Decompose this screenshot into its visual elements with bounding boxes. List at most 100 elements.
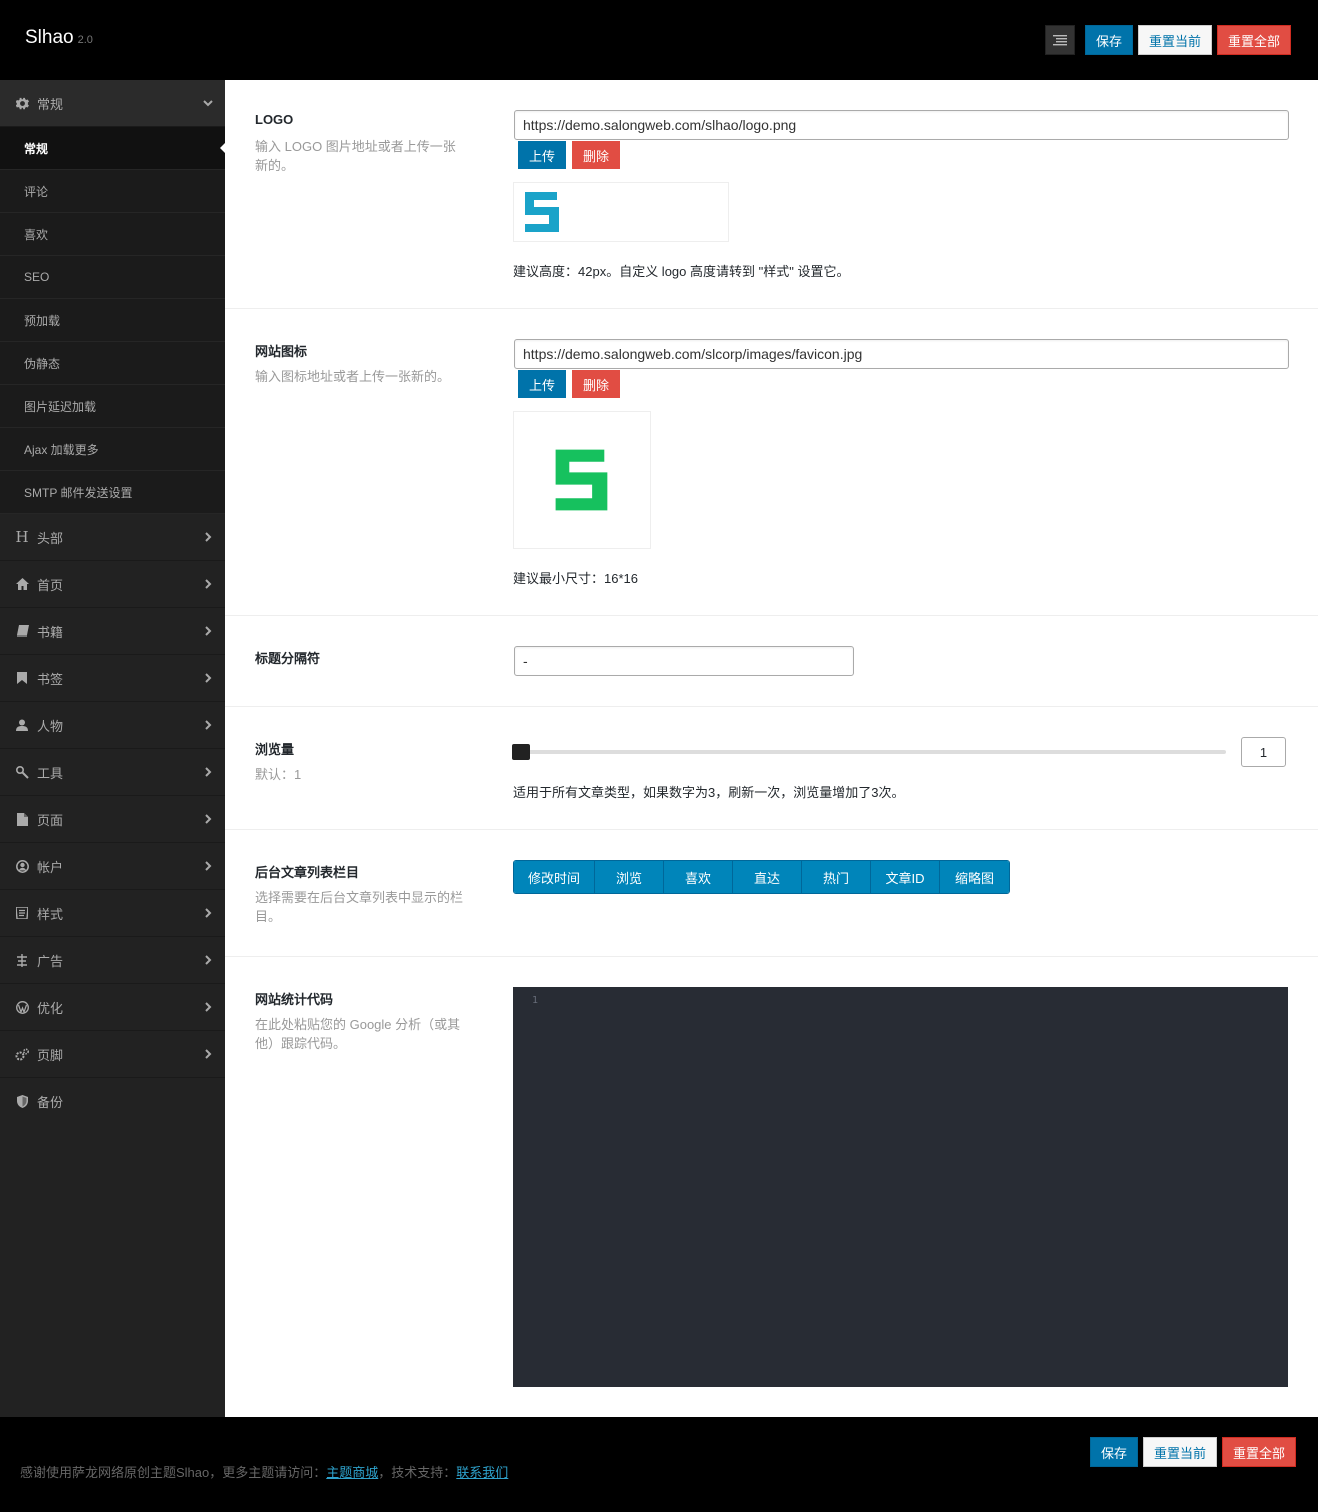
field-description: 在此处粘贴您的 Google 分析（或其他）跟踪代码。 — [255, 1017, 461, 1051]
theme-store-link[interactable]: 主题商城 — [326, 1465, 378, 1480]
favicon-upload-button[interactable]: 上传 — [517, 369, 568, 399]
chevron-right-icon — [205, 814, 212, 824]
sidebar-item-smtp[interactable]: SMTP 邮件发送设置 — [0, 471, 225, 514]
sidebar-item-comments[interactable]: 评论 — [0, 170, 225, 213]
user-icon — [15, 718, 29, 732]
wordpress-icon — [15, 1000, 29, 1014]
column-option-direct[interactable]: 直达 — [733, 861, 802, 893]
column-option-post-id[interactable]: 文章ID — [871, 861, 940, 893]
column-option-views[interactable]: 浏览 — [595, 861, 664, 893]
sidebar-section-people[interactable]: 人物 — [0, 702, 225, 749]
views-number-input[interactable]: 1 — [1241, 737, 1286, 767]
sidebar-section-optimize[interactable]: 优化 — [0, 984, 225, 1031]
favicon-url-input[interactable]: https://demo.salongweb.com/slcorp/images… — [514, 339, 1289, 369]
wrench-icon — [15, 765, 29, 779]
footer-text-prefix: 感谢使用萨龙网络原创主题Slhao，更多主题请访问： — [20, 1465, 327, 1480]
reset-current-button[interactable]: 重置当前 — [1137, 25, 1212, 55]
contact-link[interactable]: 联系我们 — [456, 1465, 508, 1480]
sidebar-section-label: 帐户 — [37, 859, 64, 875]
header-icon: H — [15, 528, 29, 546]
sidebar-section-label: 首页 — [37, 577, 64, 593]
field-title: 浏览量 — [255, 742, 295, 757]
chevron-right-icon — [205, 955, 212, 965]
column-option-modified[interactable]: 修改时间 — [514, 861, 595, 893]
chevron-right-icon — [205, 626, 212, 636]
top-actions: 保存 重置当前 重置全部 — [1044, 25, 1291, 55]
field-title-separator: 标题分隔符 - — [225, 616, 1318, 707]
home-icon — [15, 577, 29, 591]
sidebar-section-label: 页脚 — [37, 1047, 64, 1063]
sidebar-section-account[interactable]: 帐户 — [0, 843, 225, 890]
sidebar-section-header[interactable]: H 头部 — [0, 514, 225, 561]
footer-reset-current-button[interactable]: 重置当前 — [1142, 1437, 1217, 1467]
settings-panel: LOGO 输入 LOGO 图片地址或者上传一张新的。 https://demo.… — [225, 80, 1318, 1417]
sidebar-item-ajax-loadmore[interactable]: Ajax 加载更多 — [0, 428, 225, 471]
sidebar-section-style[interactable]: 样式 — [0, 890, 225, 937]
sidebar-section-ads[interactable]: 广告 — [0, 937, 225, 984]
sidebar-item-seo[interactable]: SEO — [0, 256, 225, 299]
account-icon — [15, 859, 29, 873]
sidebar-section-label: 样式 — [37, 906, 64, 922]
chevron-right-icon — [205, 1002, 212, 1012]
css-icon — [15, 906, 29, 920]
sidebar-item-general[interactable]: 常规 — [0, 127, 225, 170]
footer-actions: 保存 重置当前 重置全部 — [1089, 1437, 1296, 1467]
save-button[interactable]: 保存 — [1084, 25, 1133, 55]
chevron-right-icon — [205, 673, 212, 683]
logo-upload-button[interactable]: 上传 — [517, 140, 568, 170]
sidebar-section-pages[interactable]: 页面 — [0, 796, 225, 843]
column-option-likes[interactable]: 喜欢 — [664, 861, 733, 893]
field-description: 默认：1 — [255, 767, 302, 782]
sidebar-section-footer[interactable]: 页脚 — [0, 1031, 225, 1078]
sidebar-section-bookmarks[interactable]: 书签 — [0, 655, 225, 702]
logo-image — [525, 192, 559, 232]
reset-all-button[interactable]: 重置全部 — [1216, 25, 1291, 55]
logo-delete-button[interactable]: 删除 — [571, 140, 622, 170]
favicon-image — [555, 449, 608, 511]
gear-icon — [15, 96, 29, 110]
columns-button-group: 修改时间 浏览 喜欢 直达 热门 文章ID 缩略图 — [513, 860, 1010, 894]
line-number: 1 — [532, 995, 539, 1006]
logo-preview — [513, 182, 729, 242]
menu-toggle-button[interactable] — [1044, 25, 1075, 55]
footer-text-middle: ，技术支持： — [378, 1465, 457, 1480]
views-slider-track[interactable] — [521, 750, 1226, 754]
footer-reset-all-button[interactable]: 重置全部 — [1221, 1437, 1296, 1467]
field-note: 建议高度：42px。自定义 logo 高度请转到 "样式" 设置它。 — [513, 264, 850, 279]
sidebar-section-general[interactable]: 常规 — [0, 80, 225, 127]
favicon-delete-button[interactable]: 删除 — [571, 369, 622, 399]
sidebar-item-lazyload[interactable]: 图片延迟加载 — [0, 385, 225, 428]
footer-save-button[interactable]: 保存 — [1089, 1437, 1138, 1467]
brand-name: Slhao — [25, 27, 74, 48]
sidebar-section-tools[interactable]: 工具 — [0, 749, 225, 796]
sidebar-item-likes[interactable]: 喜欢 — [0, 213, 225, 256]
brand: Slhao 2.0 — [25, 27, 93, 49]
list-icon — [1052, 35, 1067, 46]
chevron-right-icon — [205, 767, 212, 777]
separator-input[interactable]: - — [514, 646, 854, 676]
footer-credit: 感谢使用萨龙网络原创主题Slhao，更多主题请访问：主题商城，技术支持：联系我们 — [20, 1462, 508, 1481]
logo-url-input[interactable]: https://demo.salongweb.com/slhao/logo.pn… — [514, 110, 1289, 140]
views-slider-handle[interactable] — [512, 744, 530, 760]
sidebar-item-preload[interactable]: 预加载 — [0, 299, 225, 342]
cogs-icon — [15, 1047, 29, 1061]
sidebar-section-label: 书籍 — [37, 624, 64, 640]
field-title: LOGO — [255, 112, 294, 127]
sidebar-section-books[interactable]: 书籍 — [0, 608, 225, 655]
field-title: 网站图标 — [255, 344, 308, 359]
sidebar-item-rewrite[interactable]: 伪静态 — [0, 342, 225, 385]
sidebar-section-home[interactable]: 首页 — [0, 561, 225, 608]
chevron-right-icon — [205, 861, 212, 871]
field-views: 浏览量 默认：1 适用于所有文章类型，如果数字为3，刷新一次，浏览量增加了3次。 — [225, 707, 1318, 830]
column-option-thumbnail[interactable]: 缩略图 — [940, 861, 1009, 893]
column-option-hot[interactable]: 热门 — [802, 861, 871, 893]
analytics-code-editor[interactable]: 1 — [513, 987, 1288, 1387]
sidebar-section-backup[interactable]: 备份 — [0, 1078, 225, 1125]
field-description: 输入 LOGO 图片地址或者上传一张新的。 — [255, 139, 456, 173]
field-description: 输入图标地址或者上传一张新的。 — [255, 369, 451, 384]
sidebar-section-label: 常规 — [37, 96, 64, 112]
sidebar-section-label: 人物 — [37, 718, 64, 734]
field-note: 建议最小尺寸：16*16 — [513, 571, 638, 586]
favicon-preview — [513, 411, 651, 549]
field-description: 选择需要在后台文章列表中显示的栏目。 — [255, 890, 464, 924]
